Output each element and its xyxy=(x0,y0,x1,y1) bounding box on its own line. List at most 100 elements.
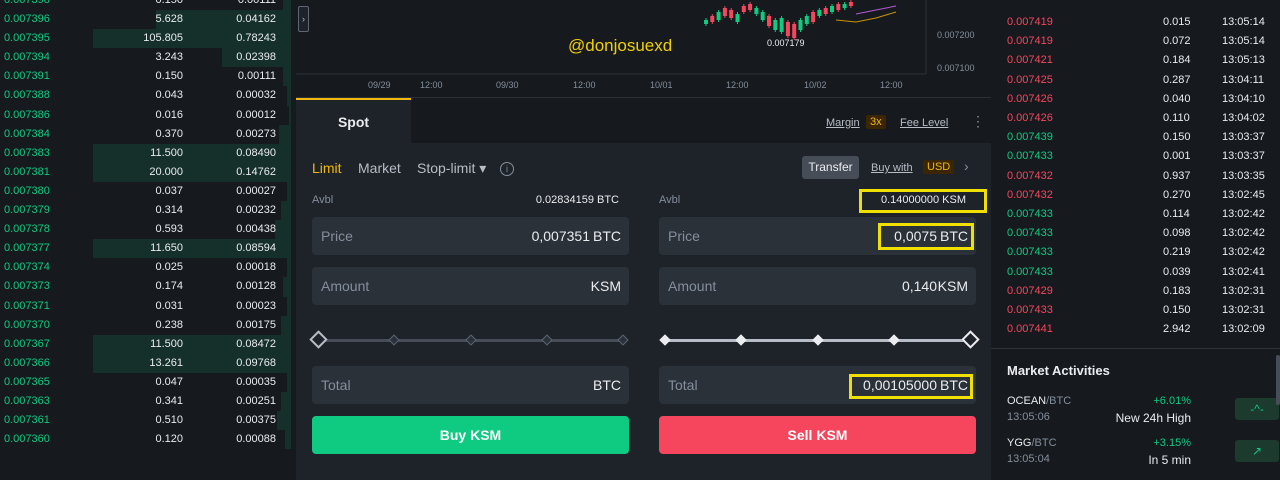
orderbook-row[interactable]: 0.007367 11.500 0.08472 xyxy=(0,334,291,354)
trade-time: 13:02:42 xyxy=(1222,246,1265,259)
avbl-value: 0.02834159 BTC xyxy=(535,194,619,206)
orderbook-row[interactable]: 0.007398 0.150 0.00111 xyxy=(0,0,291,11)
field-value[interactable]: 0,00105000 xyxy=(863,377,937,393)
field-value[interactable]: 0,0075 xyxy=(894,228,937,244)
sell-available: Avbl 0.14000000 KSM xyxy=(659,194,976,210)
orderbook-row[interactable]: 0.007378 0.593 0.00438 xyxy=(0,220,291,240)
activity-item[interactable]: OCEAN/BTC 13:05:06 +6.01% New 24h High -^- xyxy=(1007,395,1279,431)
field-value[interactable]: 0,007351 xyxy=(532,228,590,244)
orderbook-row[interactable]: 0.007383 11.500 0.08490 xyxy=(0,143,291,163)
currency-badge[interactable]: USD xyxy=(923,160,955,174)
trade-price: 0.007433 xyxy=(1007,265,1053,278)
candle-body xyxy=(735,14,740,22)
orderbook-row[interactable]: 0.007370 0.238 0.00175 xyxy=(0,315,291,335)
trade-row: 0.007426 0.110 13:04:02 xyxy=(991,109,1280,128)
trade-row: 0.007433 0.001 13:03:37 xyxy=(991,147,1280,166)
buy-amount-field[interactable]: Amount KSM xyxy=(312,267,629,305)
slider-step[interactable] xyxy=(811,334,824,346)
slider-step[interactable] xyxy=(960,330,980,349)
orderbook-row[interactable]: 0.007373 0.174 0.00128 xyxy=(0,277,291,297)
orderbook-amount: 13.261 xyxy=(149,356,183,369)
trade-row: 0.007433 0.150 13:02:31 xyxy=(991,301,1280,320)
orderbook-amount: 0.593 xyxy=(155,223,183,236)
trade-amount: 0.937 xyxy=(1163,169,1191,182)
field-value[interactable]: 0,140 xyxy=(902,278,937,294)
orderbook-row[interactable]: 0.007384 0.370 0.00273 xyxy=(0,124,291,144)
orderbook-row[interactable]: 0.007380 0.037 0.00027 xyxy=(0,181,291,202)
info-icon[interactable]: i xyxy=(500,162,514,176)
orderbook-row[interactable]: 0.007395 105.805 0.78243 xyxy=(0,29,291,49)
orderbook-row[interactable]: 0.007371 0.031 0.00023 xyxy=(0,296,291,316)
time-tick: 10/02 xyxy=(804,80,827,90)
orderbook-row[interactable]: 0.007361 0.510 0.00375 xyxy=(0,411,291,431)
depth-bar xyxy=(289,105,291,125)
depth-bar xyxy=(277,411,291,431)
orderbook-row[interactable]: 0.007381 20.000 0.14762 xyxy=(0,162,291,182)
orderbook-row[interactable]: 0.007366 13.261 0.09768 xyxy=(0,353,291,373)
buy-total-field[interactable]: Total BTC xyxy=(312,366,629,404)
orderbook-row[interactable]: 0.007394 3.243 0.02398 xyxy=(0,48,291,68)
activity-item[interactable]: YGG/BTC 13:05:04 +3.15% In 5 min ↗ xyxy=(1007,437,1279,473)
slider-step[interactable] xyxy=(735,334,747,346)
orderbook-total: 0.00232 xyxy=(236,204,276,217)
orderbook-price: 0.007371 xyxy=(4,299,50,312)
slider-step[interactable] xyxy=(659,334,671,346)
orderbook-amount: 11.500 xyxy=(150,337,183,350)
trade-panel: › @donjosuexd 0.007179 0.007200 0.007100… xyxy=(296,0,991,480)
transfer-button[interactable]: Transfer xyxy=(802,156,859,179)
slider-step[interactable] xyxy=(617,334,629,346)
buy-price-field[interactable]: Price 0,007351 BTC xyxy=(312,217,629,255)
fee-level-link[interactable]: Fee Level xyxy=(900,117,948,129)
slider-step[interactable] xyxy=(308,330,328,349)
orderbook-row[interactable]: 0.007377 11.650 0.08594 xyxy=(0,239,291,259)
trade-row: 0.007419 0.015 13:05:14 xyxy=(991,13,1280,32)
orderbook-price: 0.007386 xyxy=(4,108,50,121)
buy-button[interactable]: Buy KSM xyxy=(312,416,629,454)
orderbook-amount: 20.000 xyxy=(149,165,183,178)
orderbook-row[interactable]: 0.007365 0.047 0.00035 xyxy=(0,372,291,392)
orderbook-total: 0.00375 xyxy=(236,414,276,427)
orderbook-row[interactable]: 0.007379 0.314 0.00232 xyxy=(0,201,291,221)
tab-stop-limit[interactable]: Stop-limit ▾ xyxy=(417,160,486,177)
tab-market[interactable]: Market xyxy=(358,160,401,176)
sell-amount-slider[interactable] xyxy=(659,330,980,350)
tab-limit[interactable]: Limit xyxy=(312,160,342,176)
orderbook-row[interactable]: 0.007386 0.016 0.00012 xyxy=(0,105,291,125)
orderbook-row[interactable]: 0.007374 0.025 0.00018 xyxy=(0,258,291,278)
sell-total-field[interactable]: Total 0,00105000 BTC xyxy=(659,366,976,404)
orderbook-row[interactable]: 0.007391 0.150 0.00111 xyxy=(0,67,291,87)
orderbook-row[interactable]: 0.007363 0.341 0.00251 xyxy=(0,391,291,412)
candle-body xyxy=(848,2,853,6)
chevron-right-icon[interactable]: › xyxy=(964,158,969,174)
orderbook-row[interactable]: 0.007360 0.120 0.00088 xyxy=(0,430,291,450)
tab-spot[interactable]: Spot xyxy=(296,98,411,144)
orderbook-row[interactable]: 0.007396 5.628 0.04162 xyxy=(0,10,291,30)
sell-price-field[interactable]: Price 0,0075 BTC xyxy=(659,217,976,255)
sell-amount-field[interactable]: Amount 0,140 KSM xyxy=(659,267,976,305)
scrollbar[interactable] xyxy=(1276,355,1280,405)
candle-body xyxy=(823,8,828,14)
buy-with-link[interactable]: Buy with xyxy=(871,162,913,174)
price-chart[interactable]: › @donjosuexd 0.007179 0.007200 0.007100… xyxy=(296,0,991,97)
orderbook-price: 0.007383 xyxy=(4,146,50,159)
more-vertical-icon[interactable]: ⋮ xyxy=(971,113,985,130)
price-tick: 0.007100 xyxy=(937,63,975,73)
slider-step[interactable] xyxy=(541,334,553,346)
margin-link[interactable]: Margin xyxy=(826,117,860,129)
trade-amount: 0.098 xyxy=(1163,227,1191,240)
orderbook-row[interactable]: 0.007388 0.043 0.00032 xyxy=(0,86,291,106)
activity-symbol: OCEAN/BTC xyxy=(1007,395,1072,407)
trade-time: 13:04:10 xyxy=(1222,92,1265,105)
orderbook-total: 0.00111 xyxy=(237,0,276,6)
orderbook-total: 0.00027 xyxy=(236,184,276,197)
orderbook-amount: 0.150 xyxy=(155,70,183,83)
candle-body xyxy=(817,10,822,16)
slider-step[interactable] xyxy=(464,334,477,346)
time-tick: 12:00 xyxy=(880,80,903,90)
margin-leverage-badge[interactable]: 3x xyxy=(866,115,886,129)
slider-step[interactable] xyxy=(388,334,400,346)
buy-amount-slider[interactable] xyxy=(308,330,629,350)
slider-step[interactable] xyxy=(888,334,900,346)
sell-button[interactable]: Sell KSM xyxy=(659,416,976,454)
arrow-up-right-icon: ↗ xyxy=(1235,440,1279,462)
